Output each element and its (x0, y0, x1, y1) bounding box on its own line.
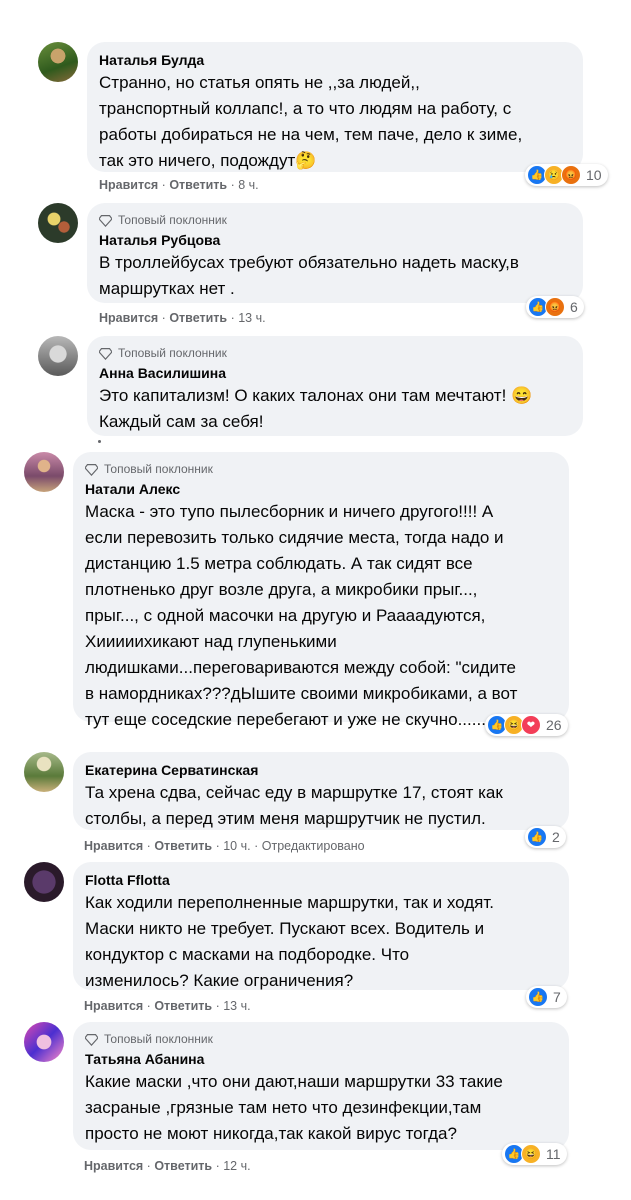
comment-bubble: Топовый поклонник Татьяна Абанина Какие … (73, 1022, 569, 1150)
top-fan-badge: Топовый поклонник (85, 1030, 557, 1048)
haha-reaction-icon: 😆 (521, 1144, 541, 1164)
comment-author[interactable]: Татьяна Абанина (85, 1049, 557, 1069)
top-fan-label: Топовый поклонник (104, 1032, 213, 1046)
avatar[interactable] (24, 1022, 64, 1062)
separator: · (215, 1159, 220, 1173)
reactions-summary[interactable]: 👍 😆 11 (502, 1143, 567, 1165)
timestamp[interactable]: 12 ч. (223, 1159, 250, 1173)
comment-actions: Нравится · Ответить · 12 ч. (84, 1159, 251, 1173)
diamond-icon (85, 1033, 98, 1046)
comment: Топовый поклонник Татьяна Абанина Какие … (0, 0, 631, 1200)
separator: · (146, 1159, 151, 1173)
like-button[interactable]: Нравится (84, 1159, 143, 1173)
comment-text: Какие маски ,что они дают,наши маршрутки… (85, 1072, 503, 1143)
reaction-count: 11 (546, 1146, 561, 1162)
reply-button[interactable]: Ответить (154, 1159, 212, 1173)
